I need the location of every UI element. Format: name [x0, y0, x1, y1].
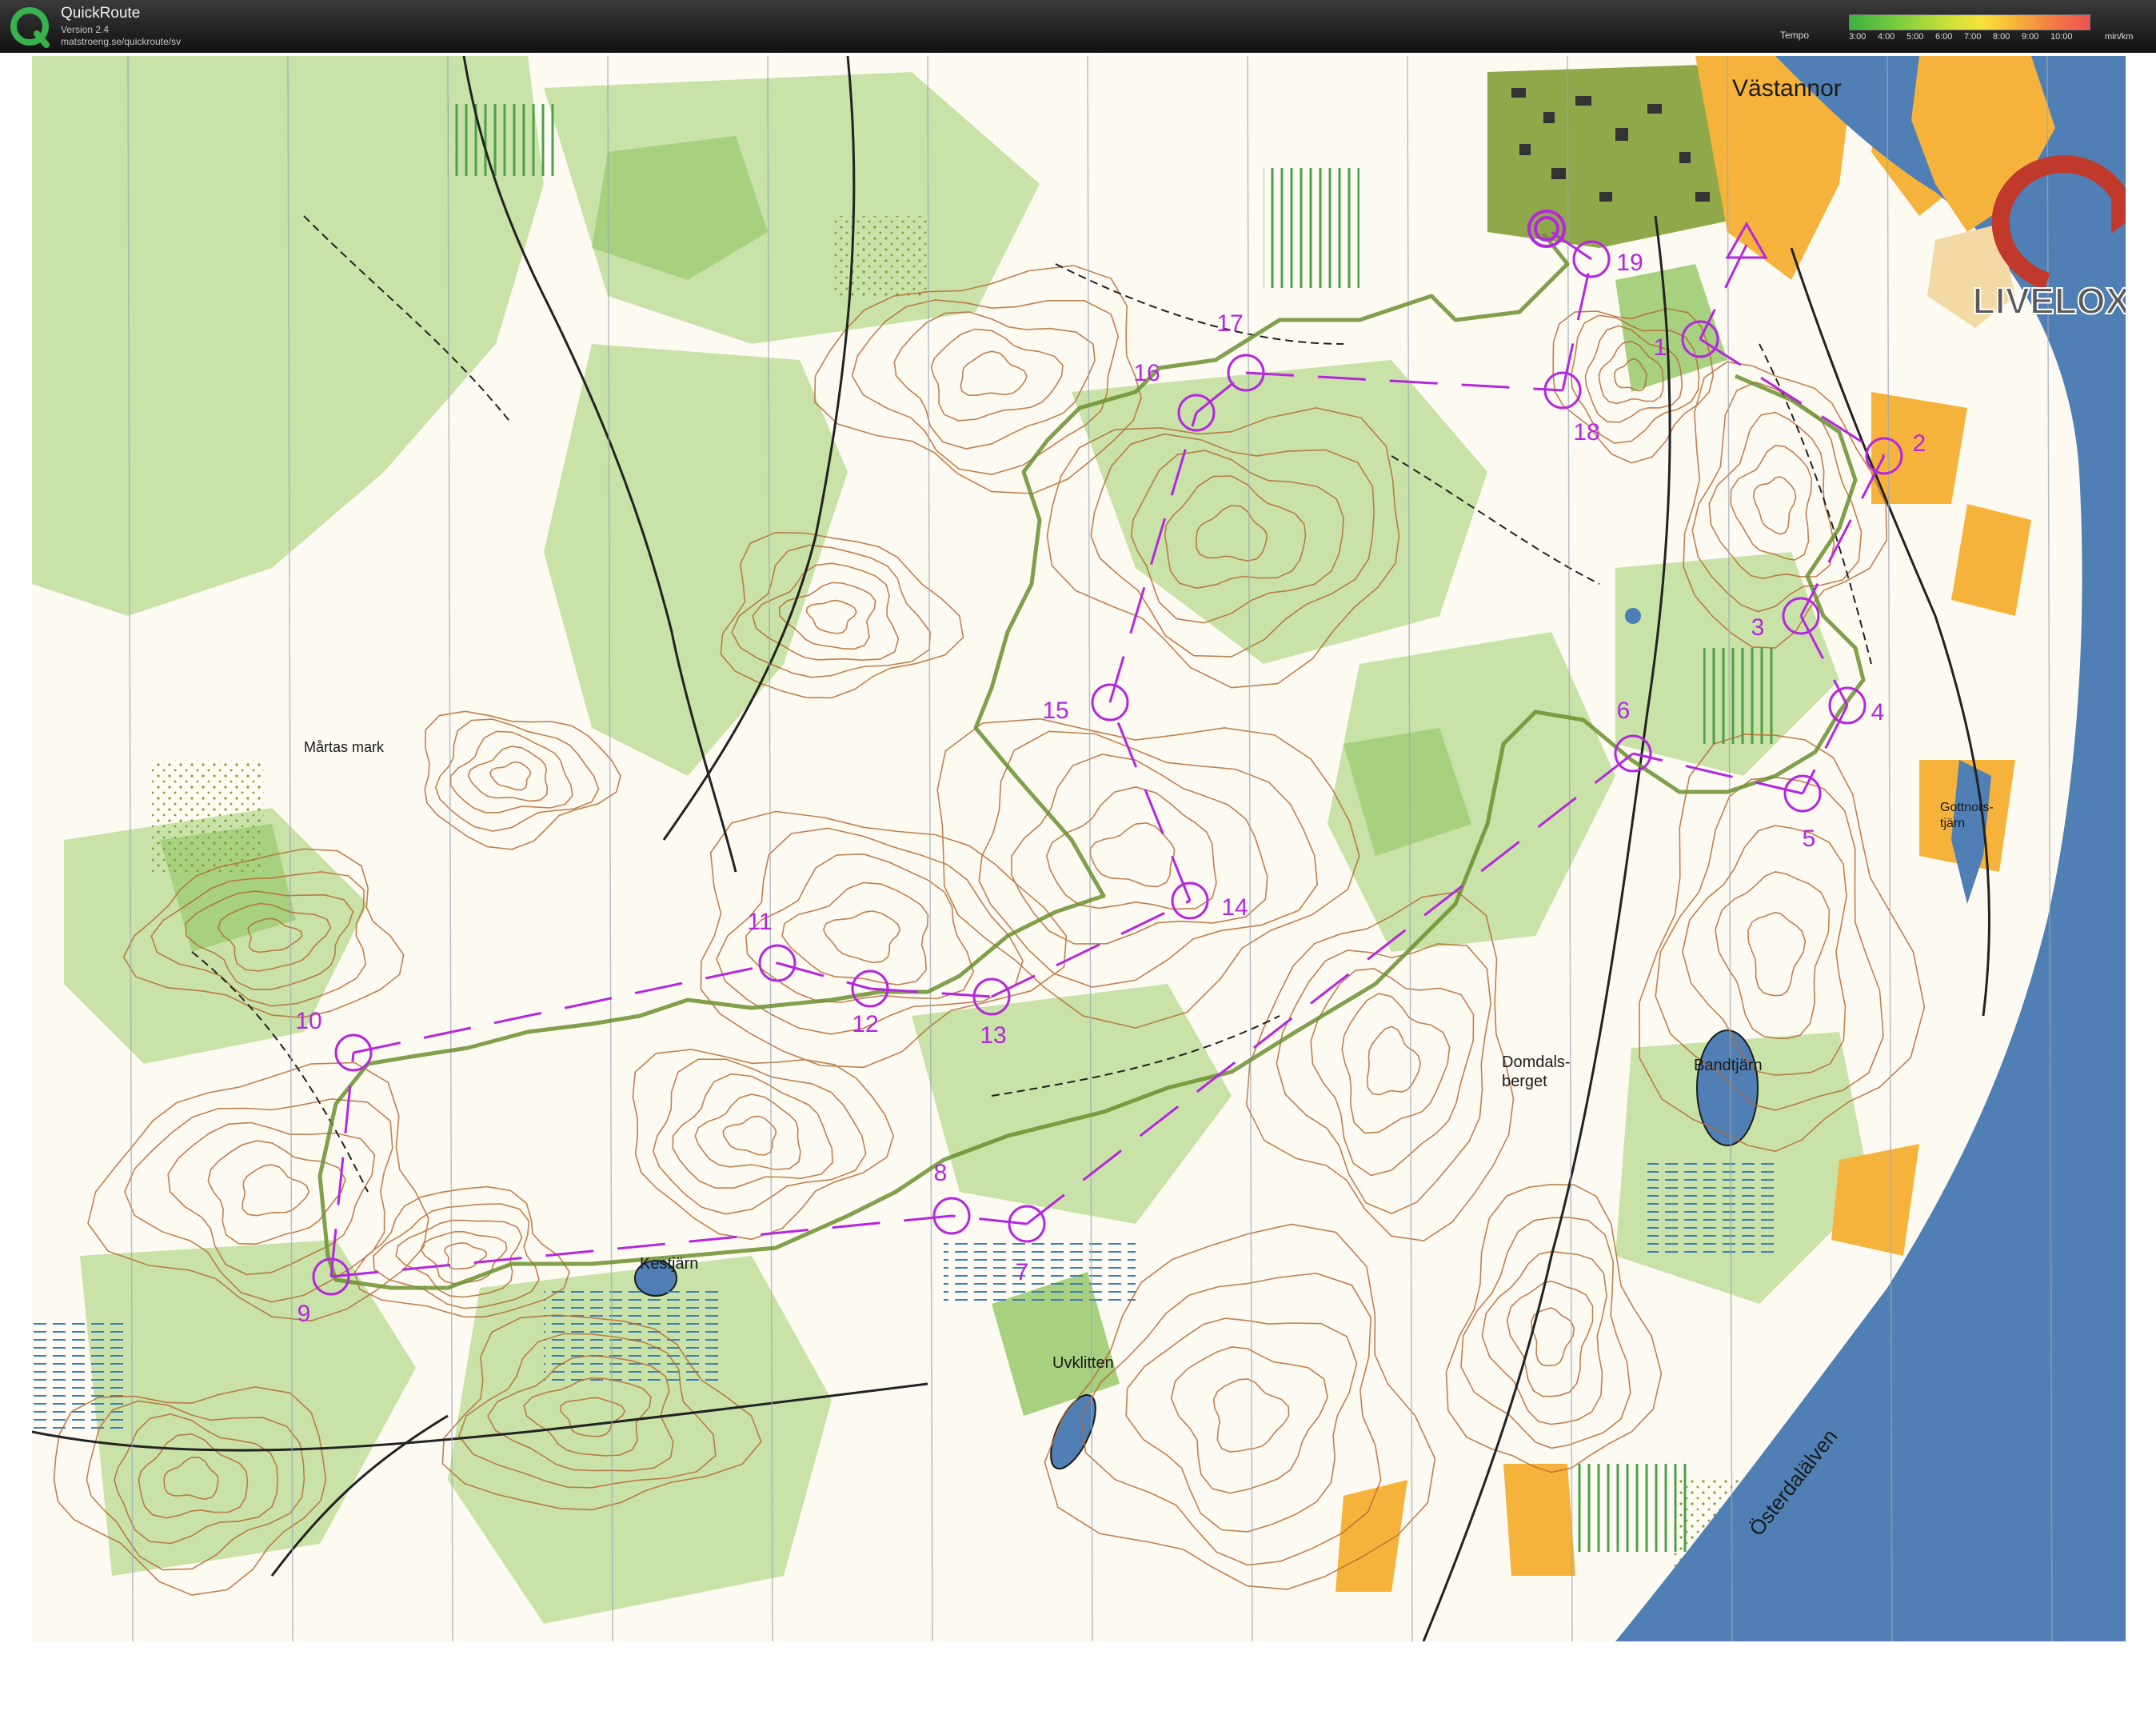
- control-number: 14: [1221, 894, 1248, 921]
- hatched-area: [1264, 168, 1359, 288]
- place-name-vastannor: Västannor: [1732, 75, 1842, 102]
- app-name: QuickRoute: [61, 5, 141, 22]
- control-number: 15: [1042, 698, 1068, 724]
- control-number: 4: [1871, 699, 1885, 726]
- tempo-tick: 5:00: [1906, 32, 1924, 42]
- control-number: 2: [1913, 430, 1926, 457]
- title-bar: QuickRoute Version 2.4 matstroeng.se/qui…: [0, 0, 2156, 53]
- control-number: 3: [1751, 614, 1765, 641]
- dotted-area: [832, 216, 928, 296]
- hatched-area: [1575, 1464, 1687, 1552]
- tempo-label: Tempo: [1780, 30, 1810, 41]
- control-number: 1: [1654, 334, 1667, 361]
- control-number: 7: [1016, 1259, 1029, 1285]
- tempo-tick: 3:00: [1849, 32, 1867, 42]
- control-number: 8: [934, 1160, 948, 1186]
- tempo-tick: 4:00: [1878, 32, 1895, 42]
- quickroute-logo-icon: [10, 7, 50, 48]
- livelox-logo-icon: LIVELOX: [1972, 155, 2126, 322]
- marsh: [1647, 1160, 1775, 1256]
- place-name-uvklitten: Uvklitten: [1052, 1354, 1114, 1372]
- marsh: [32, 1320, 128, 1432]
- tempo-tick: 6:00: [1935, 32, 1953, 42]
- livelox-text: LIVELOX: [1973, 280, 2126, 322]
- control-number: 16: [1133, 360, 1160, 386]
- app-url[interactable]: matstroeng.se/quickroute/sv: [61, 36, 181, 47]
- pond: [1625, 608, 1641, 624]
- control-number: 18: [1573, 419, 1599, 446]
- tempo-tick: 10:00: [2050, 32, 2073, 42]
- map-canvas[interactable]: 123456789101112 13141516171819 VästannorM…: [32, 56, 2126, 1641]
- lake-bandtjarn: [1696, 1029, 1759, 1146]
- tempo-unit: min/km: [2105, 32, 2134, 42]
- tempo-tick: 8:00: [1993, 32, 2010, 42]
- tempo-tick: 7:00: [1964, 32, 1982, 42]
- control-number: 9: [297, 1301, 311, 1327]
- tempo-tick: 9:00: [2022, 32, 2039, 42]
- place-name-kestjarn: Kestjärn: [640, 1255, 698, 1273]
- dotted-area: [152, 760, 264, 872]
- control-number: 11: [747, 909, 772, 935]
- control-number: 5: [1803, 826, 1816, 852]
- control-number: 6: [1617, 698, 1631, 724]
- orienteering-map[interactable]: 1 2 3 4 5 6 7 8 9 10 11 12 13 14 15 16 17 18 19 Västannor M…: [32, 56, 2126, 1641]
- control-number: 13: [980, 1022, 1006, 1049]
- marsh: [944, 1240, 1136, 1304]
- tempo-color-scale: [1849, 14, 2090, 30]
- hatched-area: [448, 104, 560, 176]
- app-version: Version 2.4: [61, 24, 110, 35]
- place-name-bandtjarn: Bandtjärn: [1694, 1057, 1763, 1074]
- place-name-martas: Mårtas mark: [304, 739, 385, 755]
- control-number: 19: [1616, 250, 1643, 276]
- control-number: 17: [1216, 310, 1243, 337]
- control-number: 12: [852, 1011, 878, 1037]
- control-number: 10: [295, 1008, 321, 1034]
- hatched-area: [1703, 648, 1775, 744]
